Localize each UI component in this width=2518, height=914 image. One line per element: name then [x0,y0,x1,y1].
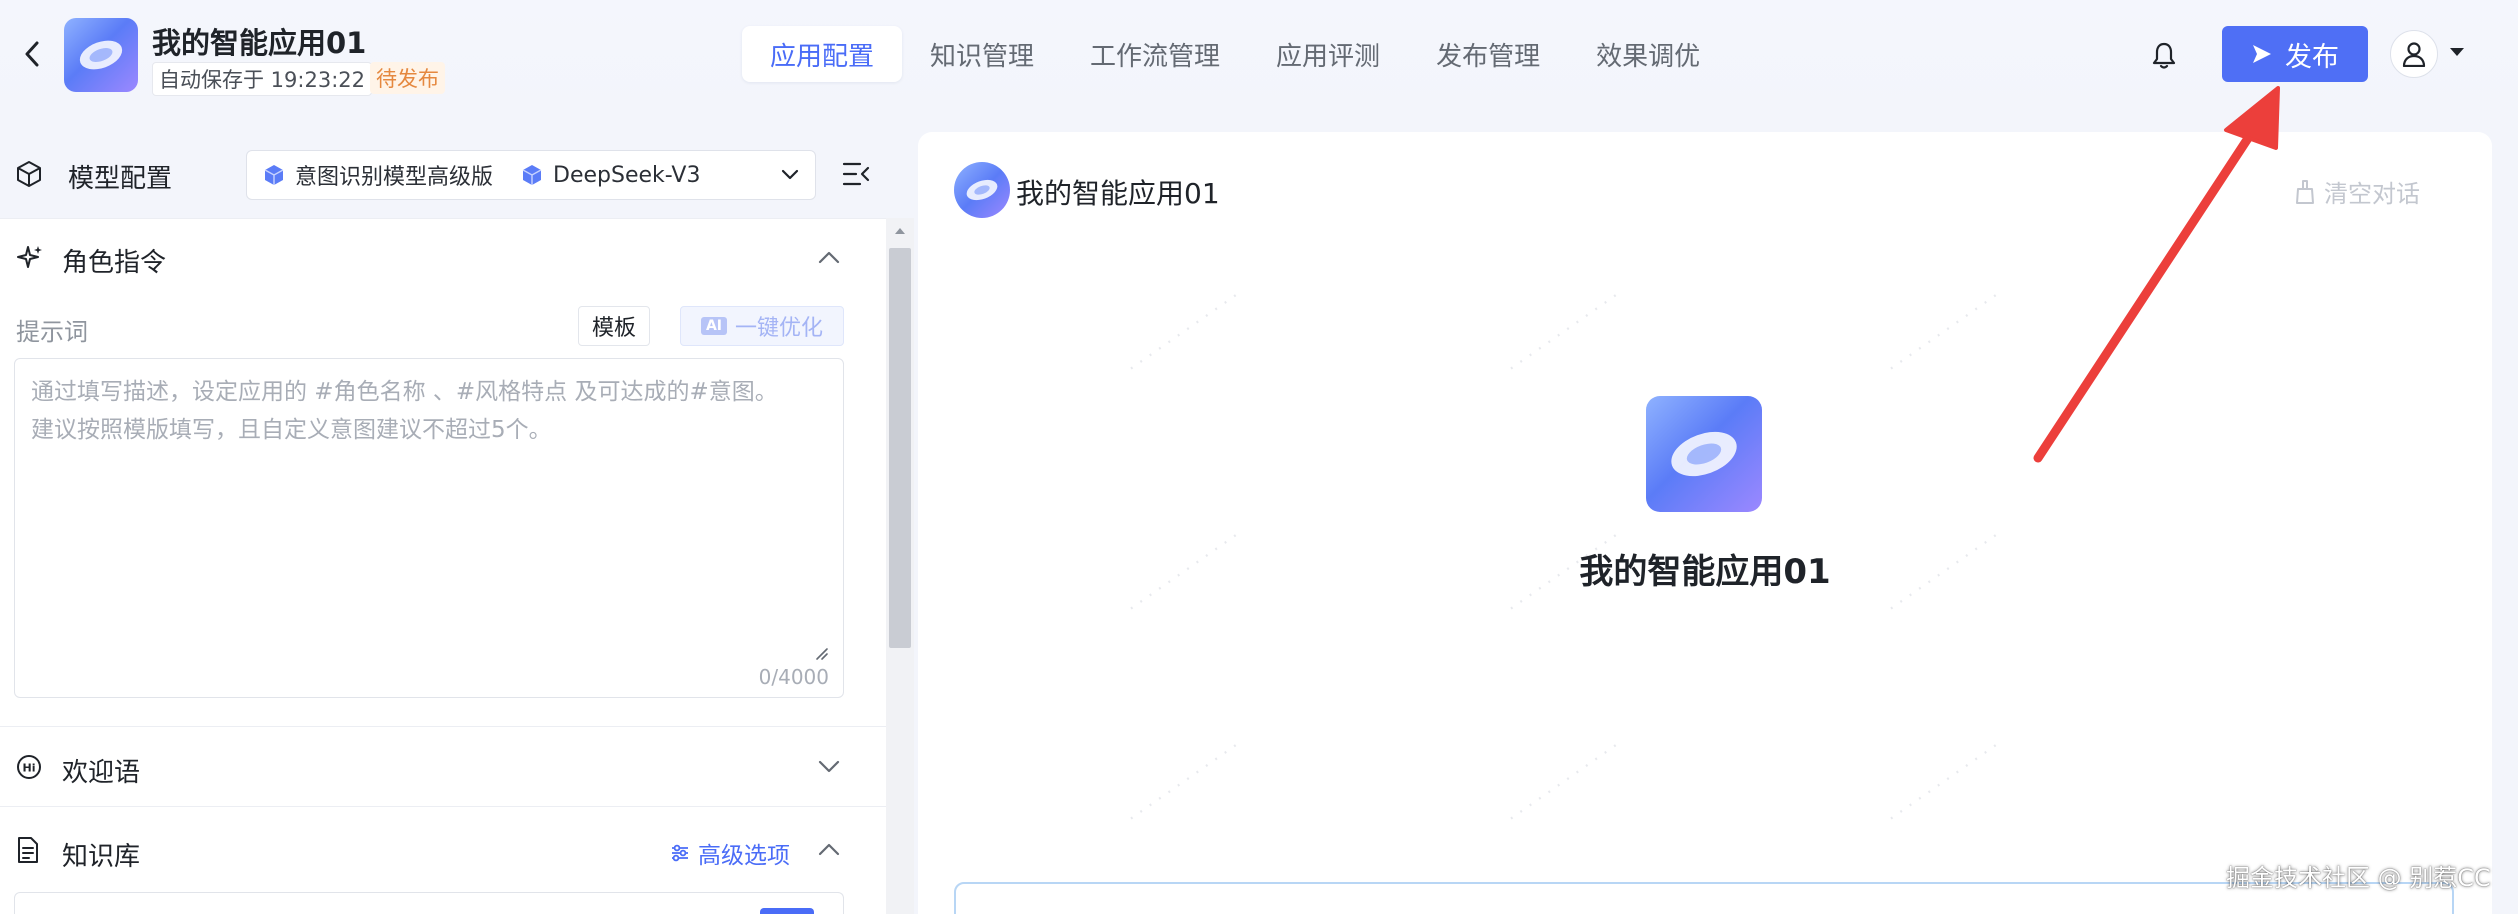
llm-model-name: DeepSeek-V3 [553,162,701,188]
watermark: · · · · · · · · · · · · [1503,736,1624,829]
app-logo-large [1646,396,1762,512]
app-logo [64,18,138,92]
ai-optimize-button[interactable]: AI 一键优化 [680,306,844,346]
watermark: · · · · · · · · · · · · [1123,736,1244,829]
chat-preview-panel: · · · · · · · · · · · · · · · · · · · · … [918,132,2492,914]
role-instruction-title: 角色指令 [62,248,167,278]
welcome-title: 欢迎语 [62,758,141,788]
divider [0,806,886,807]
chevron-up-icon[interactable] [818,250,840,264]
tab-evaluation[interactable]: 应用评测 [1248,26,1408,82]
caret-down-icon[interactable] [2448,46,2466,58]
watermark: · · · · · · · · · · · · [1883,736,2004,829]
tab-app-config[interactable]: 应用配置 [742,26,903,82]
ai-badge: AI [700,317,728,335]
sliders-icon [672,844,688,862]
user-avatar[interactable] [2390,30,2438,78]
tab-publish-management[interactable]: 发布管理 [1408,26,1568,82]
chevron-left-icon [25,41,39,67]
scrollbar-thumb[interactable] [889,248,911,648]
bot-avatar [954,162,1010,218]
collapse-panel-icon[interactable] [842,160,870,188]
publish-label: 发布 [2285,41,2339,73]
svg-text:Hi: Hi [23,762,36,775]
clear-chat-label: 清空对话 [2324,180,2420,208]
divider [0,726,886,727]
watermark: · · · · · · · · · · · · [1883,286,2004,379]
tab-workflow[interactable]: 工作流管理 [1062,26,1248,82]
publish-button[interactable]: 发布 [2222,26,2368,82]
send-icon [2253,45,2271,63]
sparkle-icon [17,246,42,268]
document-icon [18,837,38,863]
user-icon [2402,42,2426,67]
autosave-status: 自动保存于 19:23:22 [152,62,372,96]
tab-knowledge[interactable]: 知识管理 [902,26,1062,82]
chevron-down-icon[interactable] [818,760,840,774]
advanced-options-label: 高级选项 [698,843,790,869]
back-button[interactable] [18,34,46,74]
prompt-label: 提示词 [16,318,88,346]
watermark: · · · · · · · · · · · · [1503,286,1624,379]
knowledge-title: 知识库 [62,842,141,872]
cube-icon [264,165,284,185]
hi-icon: Hi [17,755,41,779]
ai-optimize-label: 一键优化 [735,316,824,341]
model-selector[interactable]: 意图识别模型高级版 DeepSeek-V3 [246,150,816,200]
source-watermark: 掘金技术社区 @ 别惹CC [2226,864,2491,892]
scroll-up-arrow-icon[interactable] [893,226,907,236]
clear-chat-button[interactable]: 清空对话 [2294,174,2420,209]
tab-tuning[interactable]: 效果调优 [1568,26,1728,82]
knowledge-toggle[interactable] [760,908,814,914]
prompt-placeholder: 通过填写描述，设定应用的 #角色名称 、#风格特点 及可达成的#意图。 建议按照… [31,379,778,443]
cube-icon [522,165,542,185]
prompt-textarea[interactable]: 通过填写描述，设定应用的 #角色名称 、#风格特点 及可达成的#意图。 建议按照… [14,358,844,698]
resize-handle-icon[interactable] [813,645,829,661]
app-title: 我的智能应用01 [152,26,367,60]
knowledge-base-card[interactable] [14,892,844,914]
bot-name: 我的智能应用01 [1016,177,1220,210]
template-button[interactable]: 模板 [578,306,650,346]
watermark: · · · · · · · · · · · · [1123,286,1244,379]
advanced-options-button[interactable]: 高级选项 [670,836,790,870]
intent-model-name: 意图识别模型高级版 [295,165,494,190]
chevron-up-icon[interactable] [818,842,840,856]
char-counter: 0/4000 [758,665,829,689]
broom-icon [2296,179,2314,204]
cube-outline-icon [17,161,41,187]
chevron-down-icon [781,169,799,180]
app-name-large: 我的智能应用01 [1579,552,1831,592]
model-config-label: 模型配置 [68,164,173,194]
bell-icon[interactable] [2150,40,2178,70]
status-badge: 待发布 [370,62,445,94]
top-nav-tabs: 应用配置 知识管理 工作流管理 应用评测 发布管理 效果调优 [742,26,1728,82]
